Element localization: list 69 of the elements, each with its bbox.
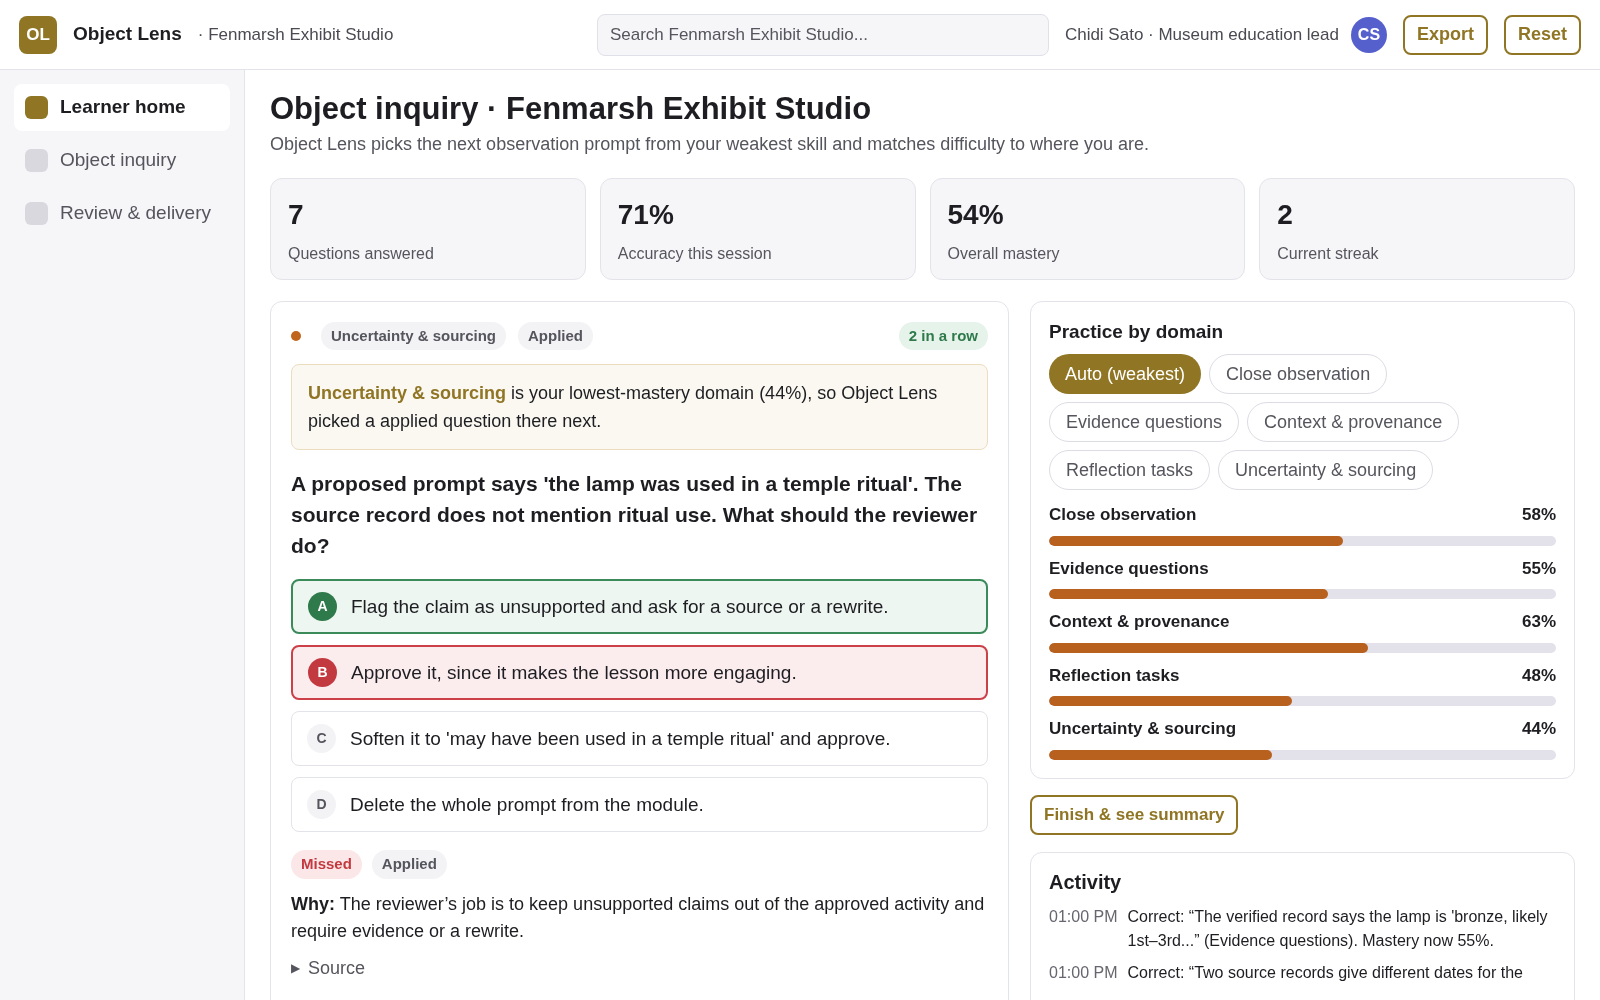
page-title: Object inquiry · Fenmarsh Exhibit Studio [270,90,873,128]
section-title: Activity [1049,869,1123,895]
filter-chip[interactable]: Uncertainty & sourcing [1218,450,1434,491]
header-button[interactable]: Export [1402,14,1488,55]
stat-label: Overall mastery [947,243,1061,264]
stat-label: Current streak [1277,243,1380,264]
activity-time: 01:00 PM [1049,906,1118,927]
sidebar-item[interactable]: Learner home [14,84,230,131]
user-avatar[interactable]: CS [1350,16,1387,53]
finish-button[interactable]: Finish & see summary [1030,794,1239,835]
filter-chip[interactable]: Evidence questions [1049,402,1240,443]
domain-name: Context & provenance [1049,611,1230,634]
stat-label: Questions answered [288,243,435,264]
domain-name: Reflection tasks [1049,664,1180,687]
domain-name: Uncertainty & sourcing [1049,718,1237,741]
option-text: Delete the whole prompt from the module. [350,792,704,817]
section-title: Practice by domain [1049,319,1225,344]
nav-icon [25,96,48,119]
app-name: Object Lens [73,22,182,47]
stat-label: Accuracy this session [617,243,773,264]
option-letter: A [308,592,337,622]
recommendation-note: Uncertainty & sourcing is your lowest-mastery domain (44%), so Object Lens picked a applied question there next. [291,364,988,451]
option-letter: B [308,658,337,688]
activity-text: Correct: “Two source records give different dates for the [1127,962,1523,983]
stat-value: 7 [288,197,305,232]
answer-option[interactable]: A Flag the claim as unsupported and ask for a source or a rewrite. [291,579,988,635]
domain-percent: 55% [1521,557,1556,580]
option-text: Approve it, since it makes the lesson more engaging. [351,660,797,685]
domain-name: Evidence questions [1049,557,1209,580]
sidebar-item[interactable]: Object inquiry [14,137,230,184]
disclosure-icon: ▶ [291,959,300,978]
option-text: Flag the claim as unsupported and ask for a source or a rewrite. [351,594,889,619]
level-tag: Applied [518,321,594,351]
nav-icon [25,202,48,225]
domain-percent: 63% [1521,611,1556,634]
search-field[interactable]: Search Fenmarsh Exhibit Studio... [596,13,1049,56]
streak-badge: 2 in a row [898,321,988,351]
stat-value: 71% [617,197,675,232]
question-text: A proposed prompt says 'the lamp was used in a temple ritual'. The source record does not mention ritual use. What should the reviewer do? [291,471,979,560]
answer-option[interactable]: C Soften it to 'may have been used in a temple ritual' and approve. [291,711,988,767]
option-text: Soften it to 'may have been used in a temple ritual' and approve. [350,726,891,751]
sidebar-item[interactable]: Review & delivery [14,190,230,237]
page-subtitle: Object Lens picks the next observation prompt from your weakest skill and matches difficulty to where you are. [270,132,1151,156]
domain-percent: 44% [1521,718,1556,741]
filter-chip[interactable]: Context & provenance [1247,402,1460,443]
logo: OL [19,15,57,54]
filter-chip[interactable]: Close observation [1209,354,1388,395]
option-letter: D [307,790,336,820]
domain-percent: 58% [1521,504,1556,527]
level-tag: Applied [371,850,447,879]
option-letter: C [307,724,336,754]
nav-icon [25,149,48,172]
domain-tag: Uncertainty & sourcing [321,321,507,351]
result-tag: Missed [291,850,362,879]
explanation-text: Why: The reviewer’s job is to keep unsupported claims out of the approved activity and require evidence or a rewrite. [291,892,986,943]
user-label: Chidi Sato · Museum education lead [1064,23,1339,46]
activity-time: 01:00 PM [1049,962,1118,983]
workspace-name: · Fenmarsh Exhibit Studio [197,23,394,46]
stat-value: 54% [947,197,1005,232]
activity-text: Correct: “The verified record says the lamp is 'bronze, likely 1st–3rd...” (Evidence questions). Mastery now 55%. [1127,906,1549,951]
source-toggle[interactable]: ▶ Source [291,954,366,982]
domain-percent: 48% [1521,664,1556,687]
header-button[interactable]: Reset [1503,14,1581,55]
filter-chip[interactable]: Auto (weakest) [1049,354,1202,395]
stat-value: 2 [1277,197,1294,232]
answer-option[interactable]: B Approve it, since it makes the lesson more engaging. [291,645,988,701]
domain-name: Close observation [1049,504,1197,527]
filter-chip[interactable]: Reflection tasks [1049,450,1211,491]
answer-option[interactable]: D Delete the whole prompt from the module. [291,777,988,833]
